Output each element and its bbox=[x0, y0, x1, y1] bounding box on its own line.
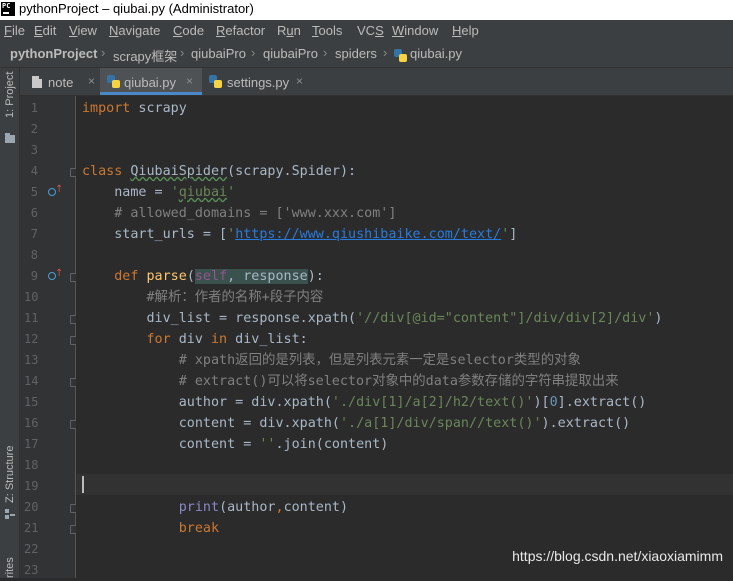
line-number: 20 bbox=[24, 500, 39, 514]
line-number: 2 bbox=[30, 122, 38, 136]
breadcrumb-project[interactable]: pythonProject bbox=[10, 46, 97, 61]
breadcrumb-file[interactable]: qiubai.py bbox=[410, 46, 462, 61]
menu-item-edit[interactable]: Edit bbox=[34, 23, 56, 38]
code-line: print(author,content) bbox=[178, 500, 349, 515]
close-icon[interactable]: × bbox=[88, 74, 95, 88]
line-number: 12 bbox=[24, 332, 39, 346]
left-tool-strip: 1: Project Z: Structure rites bbox=[0, 68, 20, 578]
line-number: 13 bbox=[24, 353, 39, 367]
breadcrumb-spiders[interactable]: spiders bbox=[335, 46, 377, 61]
menu-item-run[interactable]: Run bbox=[277, 23, 301, 38]
override-method-icon[interactable]: ↑ bbox=[48, 268, 63, 282]
line-number: 6 bbox=[30, 206, 38, 220]
code-line: start_urls = ['https://www.qiushibaike.c… bbox=[82, 227, 518, 242]
structure-tool-tab[interactable]: Z: Structure bbox=[4, 446, 16, 503]
folder-icon bbox=[5, 133, 15, 143]
line-number: 7 bbox=[30, 227, 38, 241]
chevron-right-icon: › bbox=[383, 45, 388, 60]
line-number: 5 bbox=[30, 185, 38, 199]
current-line-highlight bbox=[76, 474, 733, 495]
tab-label: qiubai.py bbox=[124, 75, 177, 90]
code-line: div_list = response.xpath('//div[@id="co… bbox=[82, 311, 663, 326]
navigation-breadcrumb: pythonProject › scrapy框架 › qiubaiPro › q… bbox=[0, 42, 733, 68]
chevron-right-icon: › bbox=[180, 45, 185, 60]
line-number: 4 bbox=[30, 164, 38, 178]
line-number: 15 bbox=[24, 395, 39, 409]
window-title: pythonProject – qiubai.py (Administrator… bbox=[19, 1, 254, 16]
line-number: 19 bbox=[24, 479, 39, 493]
menu-item-code[interactable]: Code bbox=[173, 23, 204, 38]
chevron-right-icon: › bbox=[251, 45, 256, 60]
menu-item-file[interactable]: File bbox=[4, 23, 25, 38]
code-line: break bbox=[178, 521, 220, 536]
editor-tab-bar: note × qiubai.py × settings.py × bbox=[20, 68, 733, 96]
code-line: def parse(self, response): bbox=[114, 269, 324, 284]
chevron-right-icon: › bbox=[101, 45, 106, 60]
menu-item-window[interactable]: Window bbox=[392, 23, 438, 38]
code-line: for div in div_list: bbox=[146, 332, 308, 347]
tab-settings[interactable]: settings.py × bbox=[204, 68, 314, 95]
menu-item-help[interactable]: Help bbox=[452, 23, 479, 38]
code-line: author = div.xpath('./div[1]/a[2]/h2/tex… bbox=[82, 395, 647, 410]
project-tool-tab[interactable]: 1: Project bbox=[4, 72, 16, 118]
menu-bar: File Edit View Navigate Code Refactor Run Tools… bbox=[0, 20, 733, 42]
line-number-gutter: 1 2 3 4 5 6 7 8 9 10 11 12 13 14 15 16 17 18 19 20 21 22 23 ↑ ↑ bbox=[20, 96, 79, 578]
tab-note[interactable]: note × bbox=[26, 68, 102, 95]
text-file-icon bbox=[32, 76, 42, 88]
code-line: content = div.xpath('./a[1]/div/span//te… bbox=[82, 416, 631, 431]
line-number: 9 bbox=[30, 269, 38, 283]
menu-item-vcs[interactable]: VCS bbox=[357, 23, 384, 38]
line-number: 21 bbox=[24, 521, 39, 535]
line-number: 22 bbox=[24, 542, 39, 556]
code-line: name = 'qiubai' bbox=[82, 185, 236, 200]
watermark-text: https://blog.csdn.net/xiaoxiamimm bbox=[512, 548, 723, 564]
close-icon[interactable]: × bbox=[296, 74, 303, 88]
line-number: 18 bbox=[24, 458, 39, 472]
line-number: 8 bbox=[30, 248, 38, 262]
menu-item-tools[interactable]: Tools bbox=[312, 23, 342, 38]
line-number: 17 bbox=[24, 437, 39, 451]
python-file-icon bbox=[107, 75, 120, 88]
menu-item-refactor[interactable]: Refactor bbox=[216, 23, 265, 38]
line-number: 16 bbox=[24, 416, 39, 430]
line-number: 11 bbox=[24, 311, 39, 325]
breadcrumb-scrapy-folder[interactable]: scrapy框架 bbox=[113, 46, 177, 65]
favorites-tool-tab[interactable]: rites bbox=[4, 557, 16, 578]
breadcrumb-qiubaipro[interactable]: qiubaiPro bbox=[191, 46, 246, 61]
menu-item-navigate[interactable]: Navigate bbox=[109, 23, 160, 38]
python-file-icon bbox=[209, 75, 222, 88]
chevron-right-icon: › bbox=[323, 45, 328, 60]
python-file-icon bbox=[394, 49, 407, 62]
line-number: 10 bbox=[24, 290, 39, 304]
tab-label: settings.py bbox=[227, 75, 290, 90]
code-line: import scrapy bbox=[82, 101, 187, 116]
menu-item-view[interactable]: View bbox=[69, 23, 97, 38]
structure-icon bbox=[5, 509, 15, 519]
line-number: 14 bbox=[24, 374, 39, 388]
pycharm-app-icon: PC bbox=[1, 2, 15, 16]
line-number: 3 bbox=[30, 143, 38, 157]
code-line: content = ''.join(content) bbox=[82, 437, 389, 452]
override-method-icon[interactable]: ↑ bbox=[48, 184, 63, 198]
code-line: # xpath返回的是列表，但是列表元素一定是selector类型的对象 bbox=[82, 353, 581, 368]
title-bar: PC pythonProject – qiubai.py (Administra… bbox=[0, 0, 733, 20]
line-number: 1 bbox=[30, 101, 38, 115]
tab-label: note bbox=[48, 75, 74, 90]
code-editor[interactable]: import scrapy class QiubaiSpider(scrapy.S… bbox=[76, 96, 733, 578]
code-line: # allowed_domains = ['www.xxx.com'] bbox=[82, 206, 397, 221]
breadcrumb-qiubaipro-package[interactable]: qiubaiPro bbox=[263, 46, 318, 61]
code-line: # extract()可以将selector对象中的data参数存储的字符串提取… bbox=[82, 374, 619, 389]
tab-qiubai[interactable]: qiubai.py × bbox=[100, 68, 202, 95]
text-caret bbox=[82, 476, 84, 493]
close-icon[interactable]: × bbox=[186, 74, 193, 88]
code-line: #解析：作者的名称+段子内容 bbox=[82, 290, 324, 305]
code-line: class QiubaiSpider(scrapy.Spider): bbox=[82, 164, 357, 179]
